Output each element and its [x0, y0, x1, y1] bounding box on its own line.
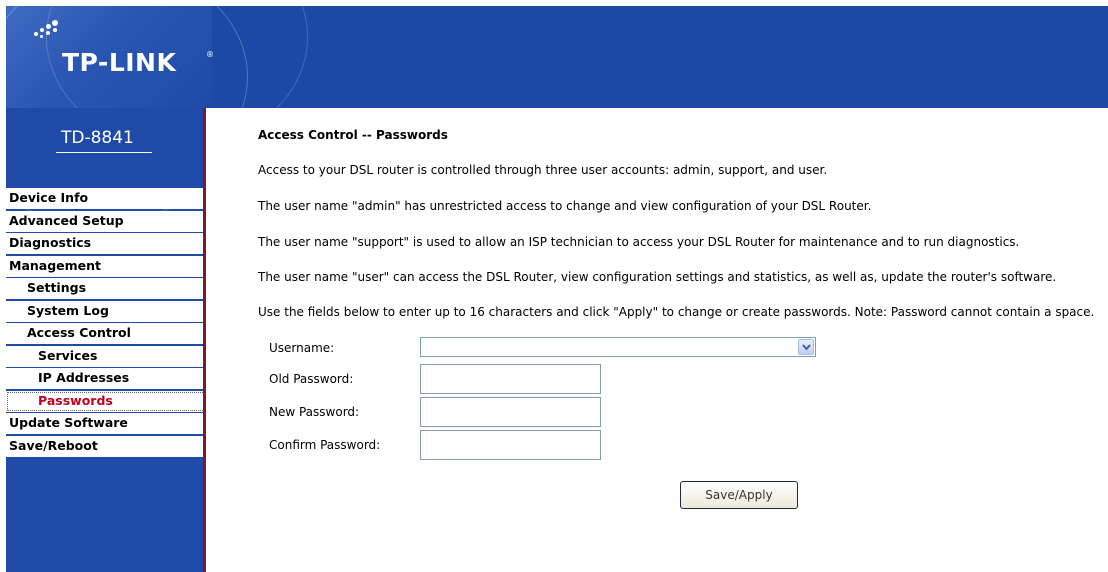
sidebar-item-label: Services [38, 347, 98, 363]
sidebar-item-label: Update Software [9, 415, 128, 430]
main-content: Access Control -- Passwords Access to yo… [206, 108, 1108, 572]
chevron-down-icon[interactable] [798, 339, 814, 355]
support-paragraph: The user name "support" is used to allow… [258, 235, 1020, 249]
sidebar-item-save-reboot[interactable]: Save/Reboot [6, 435, 206, 457]
sidebar-item-ip-addresses[interactable]: IP Addresses [6, 368, 206, 389]
user-paragraph: The user name "user" can access the DSL … [258, 270, 1057, 284]
sidebar-item-update-software[interactable]: Update Software [6, 413, 206, 434]
confirm-password-label: Confirm Password: [269, 438, 381, 452]
header-banner: TP-LINK ® [6, 6, 1108, 108]
sidebar-item-system-log[interactable]: System Log [6, 300, 206, 322]
new-password-label: New Password: [269, 405, 360, 419]
sidebar-item-label: Diagnostics [9, 235, 92, 250]
confirm-password-field[interactable] [420, 430, 601, 460]
sidebar-item-label: Device Info [9, 190, 89, 205]
username-select[interactable] [420, 337, 816, 357]
old-password-field[interactable] [420, 364, 601, 394]
sidebar-item-label: Advanced Setup [9, 212, 124, 228]
tp-link-logo-text: TP-LINK [62, 48, 177, 77]
sidebar-menu: Device Info Advanced Setup Diagnostics M… [6, 188, 206, 458]
registered-mark: ® [206, 50, 214, 59]
sidebar-item-label: Passwords [38, 392, 113, 408]
sidebar-item-label: Access Control [27, 325, 131, 340]
old-password-label: Old Password: [269, 372, 354, 386]
sidebar-item-label: Save/Reboot [9, 437, 98, 453]
tp-link-logo-icon [32, 18, 62, 44]
sidebar: TD-8841 Device Info Advanced Setup Diagn… [6, 108, 206, 572]
intro-paragraph: Access to your DSL router is controlled … [258, 163, 828, 177]
new-password-field[interactable] [420, 397, 601, 427]
sidebar-item-label: IP Addresses [38, 370, 130, 385]
sidebar-item-access-control[interactable]: Access Control [6, 323, 206, 344]
header-logo-area: TP-LINK ® [6, 6, 308, 108]
page-title: Access Control -- Passwords [258, 128, 448, 142]
username-label: Username: [269, 341, 335, 355]
sidebar-item-label: Management [9, 257, 102, 273]
sidebar-item-settings[interactable]: Settings [6, 278, 206, 299]
instructions-paragraph: Use the fields below to enter up to 16 c… [258, 305, 1095, 319]
sidebar-item-passwords[interactable]: Passwords [6, 390, 206, 412]
sidebar-item-diagnostics[interactable]: Diagnostics [6, 233, 206, 254]
sidebar-item-label: Settings [27, 280, 87, 295]
model-name: TD-8841 [61, 128, 134, 148]
save-apply-button[interactable]: Save/Apply [680, 481, 798, 509]
sidebar-item-device-info[interactable]: Device Info [6, 188, 206, 209]
admin-paragraph: The user name "admin" has unrestricted a… [258, 199, 872, 213]
model-underline [56, 152, 152, 153]
sidebar-item-label: System Log [27, 302, 109, 318]
page: TP-LINK ® TD-8841 Device Info Advanced S… [0, 0, 1108, 572]
sidebar-item-management[interactable]: Management [6, 255, 206, 277]
sidebar-item-services[interactable]: Services [6, 345, 206, 367]
sidebar-item-advanced-setup[interactable]: Advanced Setup [6, 210, 206, 232]
